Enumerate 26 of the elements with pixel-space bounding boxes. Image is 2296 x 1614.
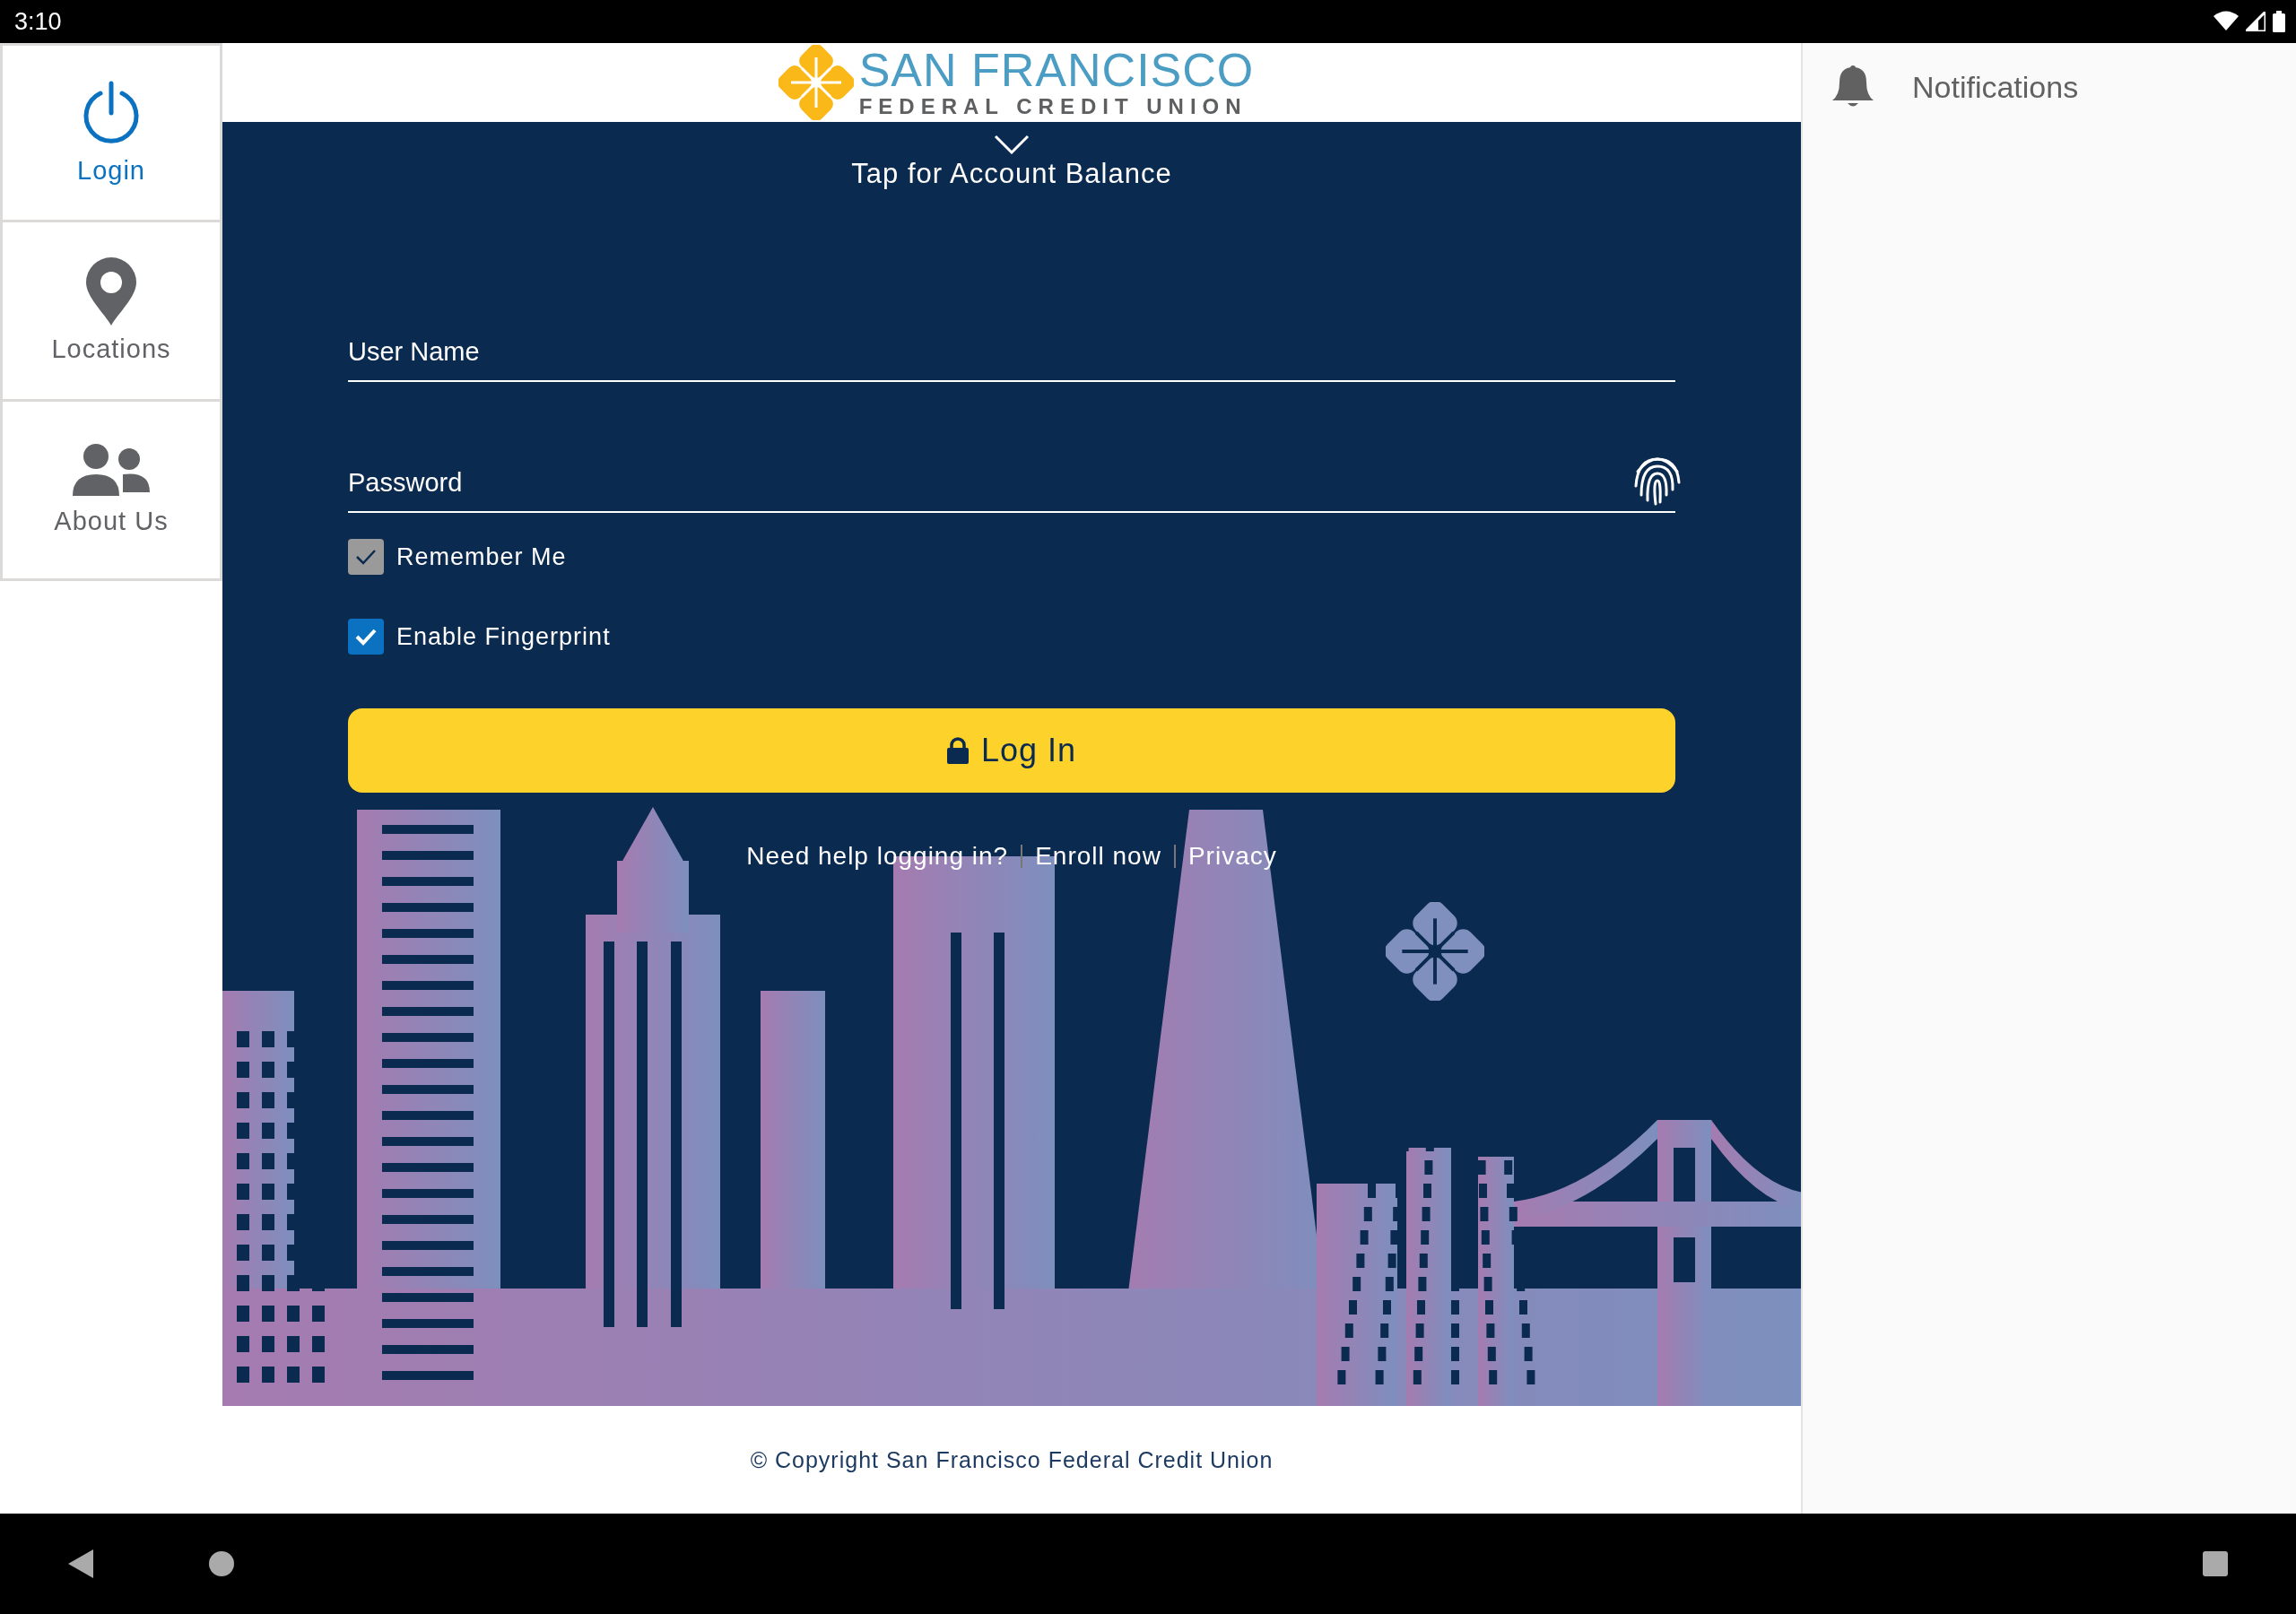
help-link[interactable]: Enroll now [1035, 842, 1161, 871]
copyright-text: © Copyright San Francisco Federal Credit Union [750, 1446, 1274, 1473]
battery-icon [2273, 11, 2285, 32]
password-field[interactable]: Password [348, 454, 1675, 513]
sidebar-item[interactable]: About Us [0, 402, 222, 581]
wifi-icon [2213, 11, 2239, 32]
location-pin-icon [86, 257, 136, 325]
sidebar-item[interactable]: Login [0, 43, 222, 222]
username-field[interactable]: User Name [348, 323, 1675, 382]
lock-icon [946, 737, 969, 764]
flower-emblem-icon [1386, 902, 1484, 1001]
people-icon [73, 444, 150, 498]
login-button[interactable]: Log In [348, 708, 1675, 793]
logo-subtitle: FEDERAL CREDIT UNION [858, 94, 1248, 119]
account-balance-toggle[interactable]: Tap for Account Balance [851, 134, 1172, 190]
status-time: 3:10 [14, 7, 62, 36]
sidebar-item[interactable]: Locations [0, 222, 222, 402]
checkbox[interactable] [348, 619, 384, 655]
checkbox-label: Enable Fingerprint [396, 622, 611, 651]
logo-name: SAN FRANCISCO [858, 46, 1255, 94]
chevron-down-icon [994, 134, 1030, 154]
home-icon[interactable] [208, 1550, 235, 1577]
checkbox-label: Remember Me [396, 542, 567, 571]
notifications-title: Notifications [1912, 69, 2079, 105]
back-icon[interactable] [68, 1549, 95, 1578]
signal-icon [2246, 12, 2266, 31]
